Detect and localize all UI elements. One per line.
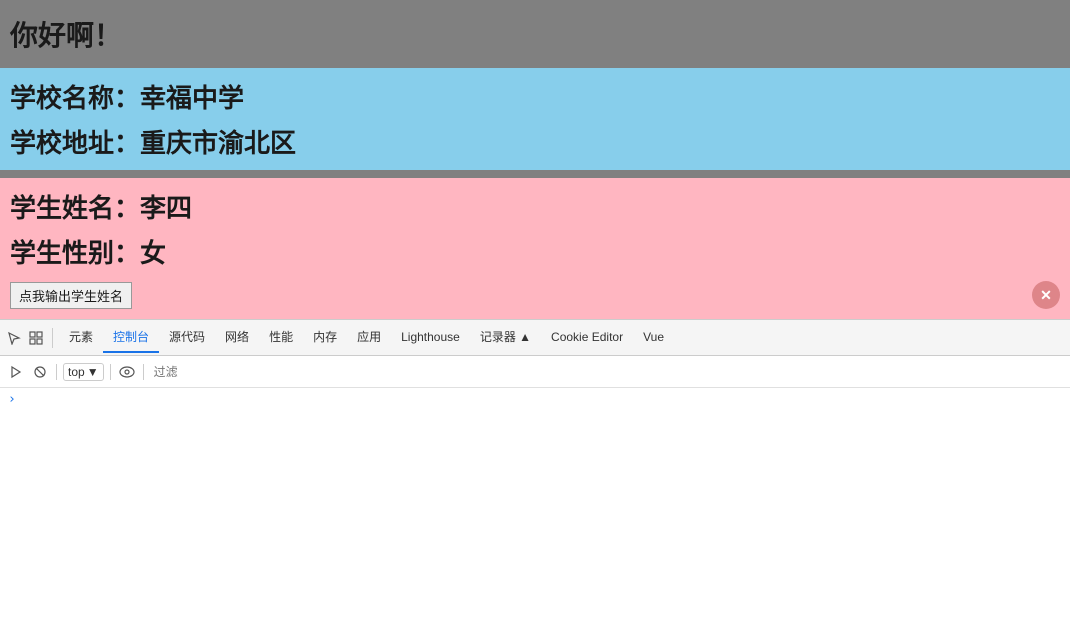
separator-2 (110, 364, 111, 380)
play-icon[interactable] (6, 362, 26, 382)
separator-3 (143, 364, 144, 380)
separator-1 (56, 364, 57, 380)
tab-vue[interactable]: Vue (633, 324, 674, 352)
devtools-panel: 元素 控制台 源代码 网络 性能 内存 应用 Lighthouse 记录器 ▲ … (0, 319, 1070, 498)
student-gender-text: 学生性别：女 (10, 233, 1060, 270)
student-name-text: 学生姓名：李四 (10, 188, 1060, 225)
tab-performance[interactable]: 性能 (259, 322, 303, 353)
console-prompt-line: › (8, 392, 1062, 407)
tab-sources[interactable]: 源代码 (159, 322, 215, 353)
context-dropdown[interactable]: top ▼ (63, 363, 104, 381)
header-section: 你好啊！ (0, 0, 1070, 68)
filter-input[interactable] (154, 365, 1064, 379)
school-name-text: 学校名称：幸福中学 (10, 78, 1060, 115)
prompt-arrow: › (8, 392, 16, 407)
divider (0, 170, 1070, 178)
close-x-symbol: ✕ (1040, 288, 1052, 302)
devtools-toolbar: top ▼ (0, 356, 1070, 388)
tab-elements[interactable]: 元素 (59, 322, 103, 353)
console-content: › (0, 388, 1070, 498)
tab-application[interactable]: 应用 (347, 322, 391, 353)
block-icon[interactable] (30, 362, 50, 382)
inspect-icon[interactable] (26, 328, 46, 348)
tab-memory[interactable]: 内存 (303, 322, 347, 353)
tab-console[interactable]: 控制台 (103, 322, 159, 353)
tab-cookie-editor[interactable]: Cookie Editor (541, 324, 633, 352)
student-section: 学生姓名：李四 学生性别：女 点我输出学生姓名 ✕ (0, 178, 1070, 319)
eye-icon[interactable] (117, 362, 137, 382)
cursor-icon[interactable] (4, 328, 24, 348)
context-label: top (68, 365, 85, 379)
main-content: 你好啊！ 学校名称：幸福中学 学校地址：重庆市渝北区 学生姓名：李四 学生性别：… (0, 0, 1070, 319)
chevron-down-icon: ▼ (87, 365, 99, 379)
school-address-text: 学校地址：重庆市渝北区 (10, 123, 1060, 160)
greeting-text: 你好啊！ (10, 14, 1060, 54)
output-name-button[interactable]: 点我输出学生姓名 (10, 282, 132, 309)
school-section: 学校名称：幸福中学 学校地址：重庆市渝北区 (0, 68, 1070, 170)
tab-recorder[interactable]: 记录器 ▲ (470, 322, 541, 353)
close-icon[interactable]: ✕ (1032, 281, 1060, 309)
devtools-tabs-bar: 元素 控制台 源代码 网络 性能 内存 应用 Lighthouse 记录器 ▲ … (0, 320, 1070, 356)
devtools-icon-group (4, 328, 53, 348)
tab-network[interactable]: 网络 (215, 322, 259, 353)
tab-lighthouse[interactable]: Lighthouse (391, 324, 470, 352)
